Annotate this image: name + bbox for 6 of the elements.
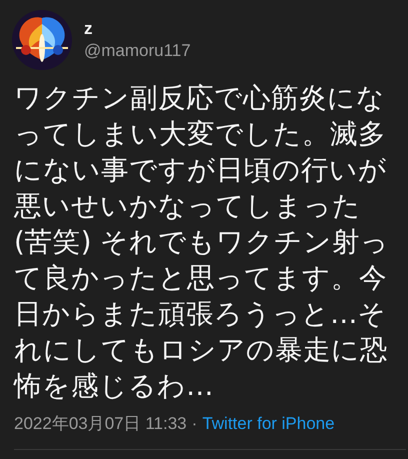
separator: · (192, 414, 198, 434)
display-name[interactable]: z (84, 19, 191, 39)
source-link[interactable]: Twitter for iPhone (202, 414, 335, 434)
timestamp: 2022年03月07日 11:33 (14, 413, 187, 435)
tweet-text: ワクチン副反応で心筋炎になってしまい大変でした。滅多にない事ですが日頃の行いが悪いせいかなってしまった(苦笑) それでもワクチン射って良かったと思ってます。今日からまた頑張ろうっと…それにしてもロシアの暴走に恐怖を感じるわ… (14, 81, 390, 404)
username[interactable]: @mamoru117 (84, 41, 191, 61)
